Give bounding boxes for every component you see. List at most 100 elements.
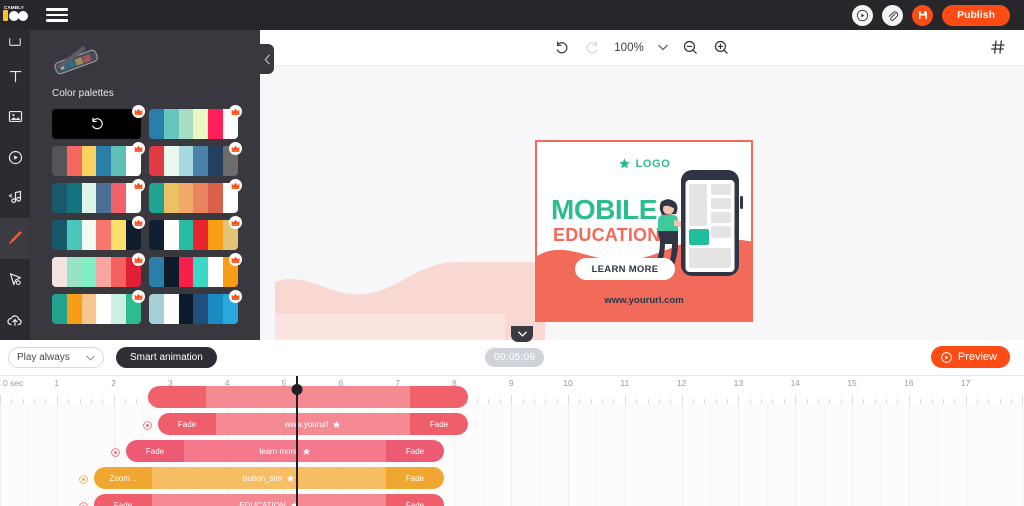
menu-button[interactable] — [30, 0, 84, 30]
clip-in-transition[interactable] — [148, 386, 206, 408]
palette-2[interactable] — [149, 105, 242, 139]
clip-body[interactable]: button_sim — [152, 467, 386, 489]
clip-body[interactable]: EDUCATION — [152, 494, 386, 506]
palette-11[interactable] — [52, 290, 145, 324]
palette-swatch — [178, 294, 194, 324]
canvas-viewport[interactable]: LOGO MOBILE EDUCATION LEARN MORE www.you… — [260, 66, 1024, 340]
design-artboard[interactable]: LOGO MOBILE EDUCATION LEARN MORE www.you… — [535, 140, 753, 322]
track-visibility-toggle[interactable] — [78, 499, 89, 506]
sidebar-item-styles[interactable] — [0, 218, 30, 259]
design-url: www.yoururl.com — [604, 295, 684, 306]
sidebar-item-uploads[interactable] — [0, 299, 30, 340]
clip-in-transition[interactable]: Fade — [126, 440, 184, 462]
timeline-clip[interactable] — [148, 386, 468, 408]
clip-out-transition[interactable] — [410, 386, 468, 408]
clip-out-transition[interactable]: Fade — [386, 440, 444, 462]
smart-animation-button[interactable]: Smart animation — [116, 347, 217, 368]
crown-icon — [231, 219, 240, 226]
palette-5[interactable] — [52, 179, 145, 213]
track-visibility-toggle[interactable] — [78, 472, 89, 484]
redo-button[interactable] — [584, 40, 600, 56]
palette-swatches — [52, 146, 141, 176]
panel-header — [30, 30, 260, 78]
palette-swatch — [81, 183, 97, 213]
clip-label: EDUCATION — [239, 500, 286, 506]
clip-out-transition[interactable]: Fade — [386, 467, 444, 489]
palette-swatch — [178, 146, 194, 176]
clip-body[interactable]: learn more — [184, 440, 386, 462]
chevron-left-icon — [263, 54, 270, 64]
clip-body[interactable]: www.yoururl — [216, 413, 410, 435]
track-clip-button-sim: Zoom .. button_sim Fade — [0, 467, 1024, 489]
palette-swatch — [96, 220, 112, 250]
palette-7[interactable] — [52, 216, 145, 250]
palette-6[interactable] — [149, 179, 242, 213]
sidebar-item-video[interactable] — [0, 137, 30, 178]
sidebar-item-animation[interactable] — [0, 259, 30, 300]
zoom-dropdown-button[interactable] — [657, 44, 668, 51]
timeline[interactable]: 0 sec 1 2 3 4 5 6 7 8 9 10 11 12 13 14 15 16 17 Fade www.y… — [0, 376, 1024, 506]
undo-button[interactable] — [554, 40, 570, 56]
timeline-clip[interactable]: Fade learn more Fade — [126, 440, 444, 462]
track-clip-learn-more: Fade learn more Fade — [0, 440, 1024, 462]
palette-9[interactable] — [52, 253, 145, 287]
palette-12[interactable] — [149, 290, 242, 324]
eye-icon — [79, 502, 88, 506]
clip-out-transition[interactable]: Fade — [386, 494, 444, 506]
palette-10[interactable] — [149, 253, 242, 287]
play-circle-button[interactable] — [852, 4, 874, 26]
palette-8[interactable] — [149, 216, 242, 250]
track-visibility-toggle[interactable] — [142, 418, 153, 430]
sidebar-item-music[interactable] — [0, 178, 30, 219]
templates-icon — [9, 38, 21, 46]
premium-crown-badge — [132, 105, 145, 118]
clip-body[interactable] — [206, 386, 410, 408]
palette-swatch — [208, 294, 224, 324]
grid-toggle-button[interactable] — [990, 39, 1006, 60]
timeline-clip[interactable]: Fade EDUCATION Fade — [94, 494, 444, 506]
palette-3[interactable] — [52, 142, 145, 176]
clip-in-transition[interactable]: Zoom .. — [94, 467, 152, 489]
clip-out-transition[interactable]: Fade — [410, 413, 468, 435]
sidebar-item-images[interactable] — [0, 96, 30, 137]
palette-swatch — [178, 109, 194, 139]
timeline-clip[interactable]: Zoom .. button_sim Fade — [94, 467, 444, 489]
panel-collapse-button[interactable] — [260, 44, 274, 74]
track-visibility-toggle[interactable] — [110, 445, 121, 457]
zoom-out-icon — [683, 40, 697, 54]
sidebar-item-templates[interactable] — [0, 30, 30, 56]
palette-reset[interactable] — [52, 105, 145, 139]
palette-swatches — [149, 220, 238, 250]
attach-button[interactable] — [882, 4, 904, 26]
timeline-clip[interactable]: Fade www.yoururl Fade — [158, 413, 468, 435]
preview-button[interactable]: Preview — [930, 346, 1010, 368]
clip-in-transition[interactable]: Fade — [94, 494, 152, 506]
hamburger-icon-line — [46, 19, 68, 22]
eye-icon — [111, 448, 120, 457]
zoom-in-icon — [714, 40, 728, 54]
paperclip-icon — [888, 10, 899, 21]
video-icon — [8, 150, 22, 164]
left-icon-rail — [0, 30, 30, 340]
star-icon — [286, 474, 295, 482]
premium-crown-badge — [229, 253, 242, 266]
design-headline[interactable]: MOBILE — [551, 194, 657, 226]
premium-crown-badge — [132, 290, 145, 303]
palette-swatch — [52, 294, 67, 324]
palette-swatches — [149, 146, 238, 176]
app-logo[interactable]: CAMBLY — [0, 0, 30, 30]
clip-in-transition[interactable]: Fade — [158, 413, 216, 435]
palette-swatch — [193, 183, 209, 213]
palette-4[interactable] — [149, 142, 242, 176]
zoom-out-button[interactable] — [682, 39, 699, 56]
design-cta-button[interactable]: LEARN MORE — [575, 258, 675, 280]
canvas-collapse-button[interactable] — [511, 326, 533, 342]
play-mode-select[interactable]: Play always — [8, 347, 104, 368]
palette-swatches — [52, 257, 141, 287]
zoom-in-button[interactable] — [713, 39, 730, 56]
save-button[interactable] — [912, 4, 934, 26]
sidebar-item-text[interactable] — [0, 56, 30, 97]
timeline-playhead[interactable] — [291, 376, 303, 506]
playhead-knob[interactable] — [291, 384, 303, 395]
publish-button[interactable]: Publish — [942, 4, 1010, 26]
